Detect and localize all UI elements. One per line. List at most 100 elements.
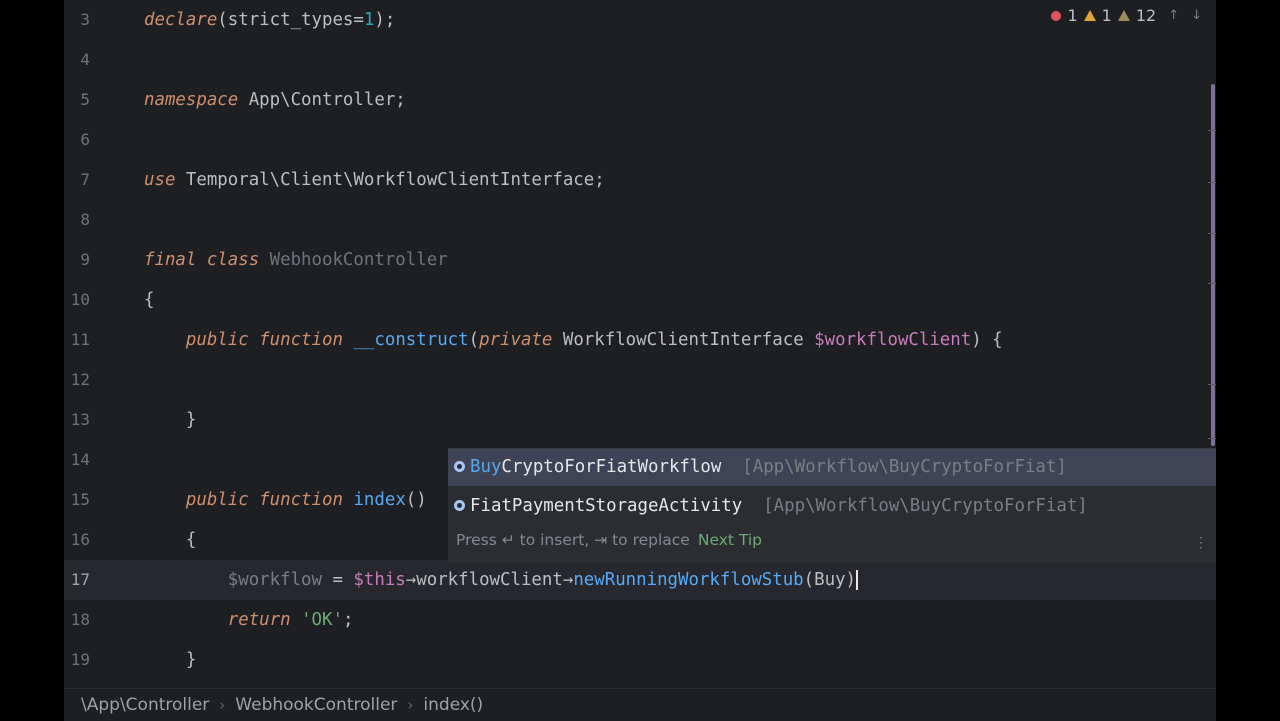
completion-match: Buy — [470, 457, 502, 477]
code-line[interactable]: 5 namespace App\Controller; — [64, 80, 1216, 120]
code-token: →workflowClient→ — [405, 570, 574, 590]
code-token: ); — [374, 10, 396, 30]
code-token: } — [144, 650, 197, 670]
completion-hint: Press ↵ to insert, ⇥ to replace Next Tip — [456, 531, 762, 549]
code-token: $workflow — [227, 570, 322, 590]
completion-item-label: BuyCryptoForFiatWorkflow [App\Workflow\B… — [470, 449, 1067, 486]
code-line[interactable]: 13 } — [64, 400, 1216, 440]
code-text[interactable]: return 'OK'; — [144, 610, 354, 630]
text-caret — [856, 570, 859, 590]
code-text[interactable]: } — [144, 650, 196, 670]
code-token: { — [144, 530, 197, 550]
code-editor[interactable]: 1 1 12 ↑ ↓ 3 declare(strict_types=1); 4 5 na… — [64, 0, 1216, 720]
code-token: ) { — [971, 330, 1003, 350]
completion-package: [App\Workflow\BuyCryptoForFiat] — [763, 496, 1088, 516]
line-number[interactable]: 19 — [64, 650, 90, 670]
line-number[interactable]: 9 — [64, 250, 90, 270]
completion-item-label: FiatPaymentStorageActivity [App\Workflow… — [470, 488, 1088, 525]
code-line[interactable]: 7 use Temporal\Client\WorkflowClientInter… — [64, 160, 1216, 200]
line-number[interactable]: 10 — [64, 290, 90, 310]
next-tip-link[interactable]: Next Tip — [698, 531, 762, 549]
code-line[interactable]: 18 return 'OK'; — [64, 600, 1216, 640]
code-text[interactable]: public function index() — [144, 490, 427, 510]
code-token: App\Controller; — [238, 90, 406, 110]
breadcrumb: \App\Controller › WebhookController › index(… — [64, 688, 1216, 721]
line-number[interactable]: 11 — [64, 330, 90, 350]
line-number[interactable]: 14 — [64, 450, 90, 470]
line-number[interactable]: 17 — [64, 570, 90, 590]
code-token: private — [479, 330, 553, 350]
code-token: (Buy) — [803, 570, 857, 590]
code-line[interactable]: 12 — [64, 360, 1216, 400]
chevron-right-icon: › — [407, 696, 414, 714]
code-token: newRunningWorkflowStub — [573, 570, 804, 590]
code-line[interactable]: 19 } — [64, 640, 1216, 680]
code-text[interactable]: { — [144, 530, 196, 550]
class-icon — [454, 461, 465, 472]
completion-popup[interactable]: BuyCryptoForFiatWorkflow [App\Workflow\B… — [448, 448, 1216, 563]
code-line[interactable]: 11 public function __construct(private W… — [64, 320, 1216, 360]
code-token: Temporal\Client\WorkflowClientInterface; — [175, 170, 605, 190]
line-number[interactable]: 8 — [64, 210, 90, 230]
line-number[interactable]: 5 — [64, 90, 90, 110]
code-token: } — [144, 410, 197, 430]
code-token: = — [322, 570, 354, 590]
code-text[interactable]: namespace App\Controller; — [144, 90, 406, 110]
breadcrumb-namespace[interactable]: \App\Controller — [81, 695, 209, 715]
completion-rest: CryptoForFiatWorkflow — [501, 457, 722, 477]
line-number[interactable]: 15 — [64, 490, 90, 510]
chevron-right-icon: › — [219, 696, 226, 714]
code-token: use — [144, 170, 176, 190]
line-number[interactable]: 18 — [64, 610, 90, 630]
completion-item[interactable]: FiatPaymentStorageActivity [App\Workflow… — [448, 488, 1216, 525]
code-token: public function — [185, 330, 343, 350]
completion-menu-icon[interactable]: ⋮ — [1194, 535, 1208, 551]
code-line[interactable]: 6 — [64, 120, 1216, 160]
code-token: final class — [144, 250, 260, 270]
code-text[interactable]: { — [144, 290, 154, 310]
line-number[interactable]: 7 — [64, 170, 90, 190]
code-token: () — [405, 490, 427, 510]
code-line[interactable]: 17 $workflow = $this→workflowClient→newR… — [64, 560, 1216, 600]
line-number[interactable]: 12 — [64, 370, 90, 390]
line-number[interactable]: 16 — [64, 530, 90, 550]
completion-rest: FiatPaymentStorageActivity — [470, 496, 743, 516]
code-text[interactable]: $workflow = $this→workflowClient→newRunn… — [144, 570, 859, 590]
code-line[interactable]: 8 — [64, 200, 1216, 240]
code-token: WebhookController — [259, 250, 448, 270]
code-text[interactable]: declare(strict_types=1); — [144, 10, 395, 30]
breadcrumb-class[interactable]: WebhookController — [235, 695, 397, 715]
code-text[interactable]: } — [144, 410, 196, 430]
code-token: { — [144, 290, 155, 310]
code-token: return — [227, 610, 291, 630]
line-number[interactable]: 4 — [64, 50, 90, 70]
code-line[interactable]: 10 { — [64, 280, 1216, 320]
code-line[interactable]: 3 declare(strict_types=1); — [64, 0, 1216, 40]
code-token: declare — [144, 10, 218, 30]
code-token: public function — [185, 490, 343, 510]
line-number[interactable]: 6 — [64, 130, 90, 150]
code-text[interactable]: use Temporal\Client\WorkflowClientInterf… — [144, 170, 605, 190]
code-token: 1 — [363, 10, 375, 30]
code-token: $workflowClient — [814, 330, 972, 350]
code-token: WorkflowClientInterface — [552, 330, 815, 350]
line-number[interactable]: 13 — [64, 410, 90, 430]
code-text[interactable]: public function __construct(private Work… — [144, 330, 1003, 350]
code-line[interactable]: 4 — [64, 40, 1216, 80]
completion-item[interactable]: BuyCryptoForFiatWorkflow [App\Workflow\B… — [448, 449, 1216, 486]
code-token: __construct — [353, 330, 469, 350]
code-text[interactable]: final class WebhookController — [144, 250, 448, 270]
code-line[interactable]: 9 final class WebhookController — [64, 240, 1216, 280]
code-token: namespace — [144, 90, 239, 110]
breadcrumb-method[interactable]: index() — [423, 695, 483, 715]
code-token: $this — [353, 570, 406, 590]
vertical-scrollbar[interactable] — [1211, 84, 1215, 446]
completion-hint-text: Press ↵ to insert, ⇥ to replace — [456, 531, 690, 549]
line-number[interactable]: 3 — [64, 10, 90, 30]
